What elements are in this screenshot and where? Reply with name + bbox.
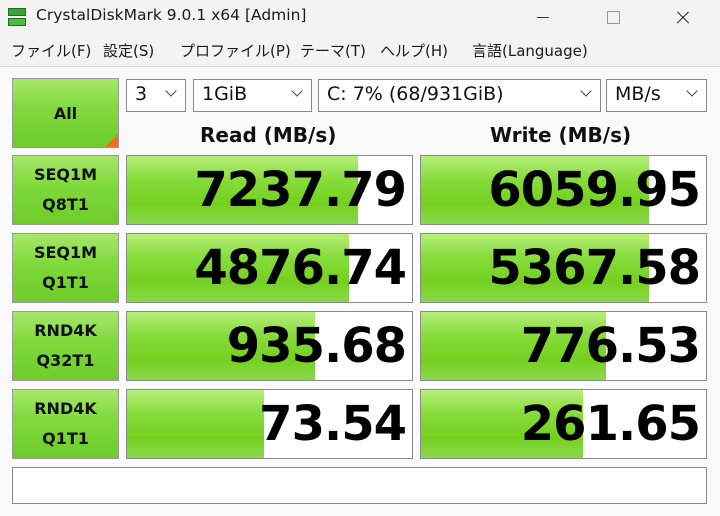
read-value: 935.68 xyxy=(226,318,407,374)
test-name: SEQ1M xyxy=(33,243,98,262)
read-header: Read (MB/s) xyxy=(200,123,337,147)
test-queue: Q32T1 xyxy=(36,351,95,370)
chevron-down-icon xyxy=(291,85,303,97)
write-header: Write (MB/s) xyxy=(490,123,632,147)
all-button-label: All xyxy=(53,103,78,123)
test-button-seq1m-q1t1[interactable]: SEQ1M Q1T1 xyxy=(12,233,119,303)
write-value: 6059.95 xyxy=(488,162,701,218)
write-value: 5367.58 xyxy=(488,240,701,296)
menu-profile[interactable]: プロファイル(P) xyxy=(180,40,291,61)
maximize-icon xyxy=(606,10,620,24)
read-bar xyxy=(127,390,264,458)
menu-theme[interactable]: テーマ(T) xyxy=(300,40,366,61)
test-button-seq1m-q8t1[interactable]: SEQ1M Q8T1 xyxy=(12,155,119,225)
write-result-rnd4k-q32t1: 776.53 xyxy=(420,311,707,381)
test-queue: Q8T1 xyxy=(42,195,89,214)
minimize-button[interactable] xyxy=(510,0,576,34)
maximize-button[interactable] xyxy=(580,0,646,34)
window-title: CrystalDiskMark 9.0.1 x64 [Admin] xyxy=(36,6,307,24)
drive-value: C: 7% (68/931GiB) xyxy=(327,83,504,105)
menu-settings[interactable]: 設定(S) xyxy=(103,40,154,61)
title-bar: CrystalDiskMark 9.0.1 x64 [Admin] xyxy=(0,0,720,34)
test-name: RND4K xyxy=(34,399,97,418)
read-value: 4876.74 xyxy=(194,240,407,296)
test-size-value: 1GiB xyxy=(202,83,248,105)
chevron-down-icon xyxy=(686,85,698,97)
menu-help[interactable]: ヘルプ(H) xyxy=(380,40,448,61)
test-button-rnd4k-q1t1[interactable]: RND4K Q1T1 xyxy=(12,389,119,459)
write-result-seq1m-q8t1: 6059.95 xyxy=(420,155,707,225)
menu-language[interactable]: 言語(Language) xyxy=(472,40,588,61)
read-value: 73.54 xyxy=(259,396,407,452)
menu-bar: ファイル(F) 設定(S) プロファイル(P) テーマ(T) ヘルプ(H) 言語… xyxy=(0,36,720,64)
close-button[interactable] xyxy=(650,0,716,34)
unit-select[interactable]: MB/s xyxy=(606,79,707,112)
test-name: RND4K xyxy=(34,321,97,340)
write-value: 261.65 xyxy=(520,396,701,452)
test-count-select[interactable]: 3 xyxy=(126,79,186,112)
crystaldiskmark-app-icon xyxy=(8,7,26,27)
write-result-rnd4k-q1t1: 261.65 xyxy=(420,389,707,459)
menu-file[interactable]: ファイル(F) xyxy=(11,40,91,61)
unit-value: MB/s xyxy=(615,83,661,105)
test-button-rnd4k-q32t1[interactable]: RND4K Q32T1 xyxy=(12,311,119,381)
read-value: 7237.79 xyxy=(194,162,407,218)
read-result-seq1m-q8t1: 7237.79 xyxy=(126,155,413,225)
drive-select[interactable]: C: 7% (68/931GiB) xyxy=(318,79,601,112)
read-result-seq1m-q1t1: 4876.74 xyxy=(126,233,413,303)
all-button[interactable]: All xyxy=(12,78,119,148)
test-name: SEQ1M xyxy=(33,165,98,184)
write-result-seq1m-q1t1: 5367.58 xyxy=(420,233,707,303)
test-size-select[interactable]: 1GiB xyxy=(193,79,312,112)
status-bar xyxy=(12,467,707,504)
read-result-rnd4k-q1t1: 73.54 xyxy=(126,389,413,459)
chevron-down-icon xyxy=(165,85,177,97)
test-queue: Q1T1 xyxy=(42,273,89,292)
chevron-down-icon xyxy=(580,85,592,97)
corner-marker-icon xyxy=(105,134,118,147)
write-value: 776.53 xyxy=(520,318,701,374)
read-result-rnd4k-q32t1: 935.68 xyxy=(126,311,413,381)
close-icon xyxy=(676,10,690,24)
test-queue: Q1T1 xyxy=(42,429,89,448)
test-count-value: 3 xyxy=(135,83,148,105)
minimize-icon xyxy=(537,16,549,18)
